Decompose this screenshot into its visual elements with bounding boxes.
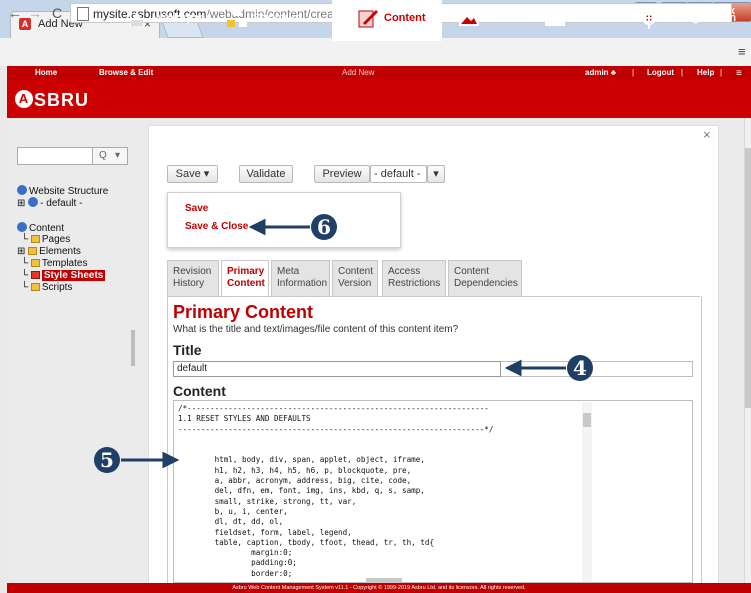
arrow-five [121,451,180,469]
annotation-badge-6: 6 [311,214,337,240]
annotation-badge-4: 4 [567,355,593,381]
window-scrollbar-thumb[interactable] [745,148,751,408]
annotation-arrows [121,218,566,469]
footer-copyright: Asbru Web Content Management System v11.… [7,583,751,593]
annotation-badge-5: 5 [94,447,120,473]
arrow-six [248,218,310,236]
arrow-four [504,359,566,377]
